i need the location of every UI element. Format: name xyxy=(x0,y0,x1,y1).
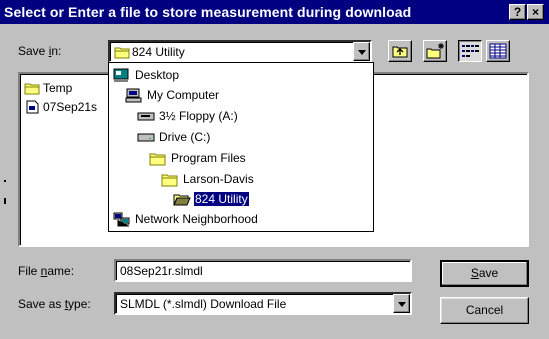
chevron-down-icon xyxy=(398,302,406,307)
desktop-icon xyxy=(113,68,129,82)
folder-icon xyxy=(114,47,130,59)
file-name-input[interactable]: 08Sep21r.slmdl xyxy=(114,259,412,282)
close-button[interactable]: × xyxy=(527,4,544,20)
up-one-level-button[interactable] xyxy=(388,40,412,62)
title-bar[interactable]: Select or Enter a file to store measurem… xyxy=(0,0,549,24)
save-as-type-select[interactable]: SLMDL (*.slmdl) Download File xyxy=(114,292,412,315)
help-button[interactable]: ? xyxy=(509,4,526,20)
list-view-button[interactable] xyxy=(458,40,482,62)
details-view-button[interactable] xyxy=(486,40,510,62)
save-as-type-value: SLMDL (*.slmdl) Download File xyxy=(120,297,287,311)
save-in-dropdown-button[interactable] xyxy=(353,42,370,61)
create-new-folder-button[interactable] xyxy=(423,40,447,62)
new-folder-icon xyxy=(426,43,444,59)
folder-icon xyxy=(149,153,166,166)
save-in-dropdown-list[interactable]: Desktop My Computer 3½ Floppy (A:) Drive… xyxy=(108,62,374,232)
background-fragment xyxy=(4,180,6,182)
open-folder-icon xyxy=(173,194,191,206)
hard-drive-icon xyxy=(137,133,155,142)
save-file-dialog: Select or Enter a file to store measurem… xyxy=(0,0,549,339)
cancel-button[interactable]: Cancel xyxy=(440,297,529,324)
save-button[interactable]: Save xyxy=(440,260,529,287)
list-view-icon xyxy=(462,45,479,57)
file-name-label: File name: xyxy=(18,264,75,278)
computer-icon xyxy=(125,88,142,103)
folder-icon xyxy=(161,174,178,187)
network-icon xyxy=(113,212,130,227)
up-folder-icon xyxy=(392,46,408,58)
folder-icon xyxy=(24,83,40,95)
details-view-icon xyxy=(489,43,507,59)
save-in-value: 824 Utility xyxy=(132,45,185,59)
chevron-down-icon xyxy=(358,50,366,55)
background-fragment xyxy=(4,198,6,204)
window-title: Select or Enter a file to store measurem… xyxy=(4,4,412,20)
file-icon xyxy=(26,100,39,114)
save-as-type-label: Save as type: xyxy=(18,297,91,311)
floppy-drive-icon xyxy=(137,112,155,121)
save-in-combo[interactable]: 824 Utility xyxy=(108,40,372,63)
save-in-label: Save in: xyxy=(18,44,62,58)
save-as-type-dropdown-button[interactable] xyxy=(393,294,410,313)
